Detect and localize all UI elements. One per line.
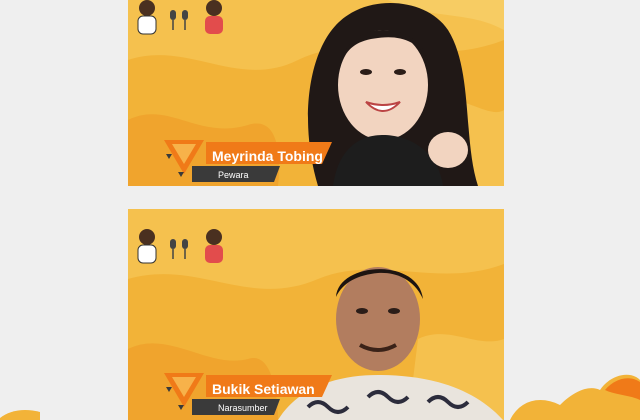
corner-decoration [510,374,640,420]
podcast-hosts-icon [137,229,223,264]
name-banner-host: Meyrinda Tobing Pewara [162,134,342,186]
video-tile-host[interactable]: Meyrinda Tobing Pewara [128,0,504,186]
participant-name: Bukik Setiawan [212,381,315,397]
podcast-hosts-icon [137,0,223,35]
participant-name: Meyrinda Tobing [212,148,323,164]
participant-role: Pewara [218,170,249,180]
participant-role: Narasumber [218,403,268,413]
name-banner-guest: Bukik Setiawan Narasumber [162,367,342,420]
left-edge-decoration [0,410,40,420]
video-tile-guest[interactable]: Bukik Setiawan Narasumber [128,209,504,420]
